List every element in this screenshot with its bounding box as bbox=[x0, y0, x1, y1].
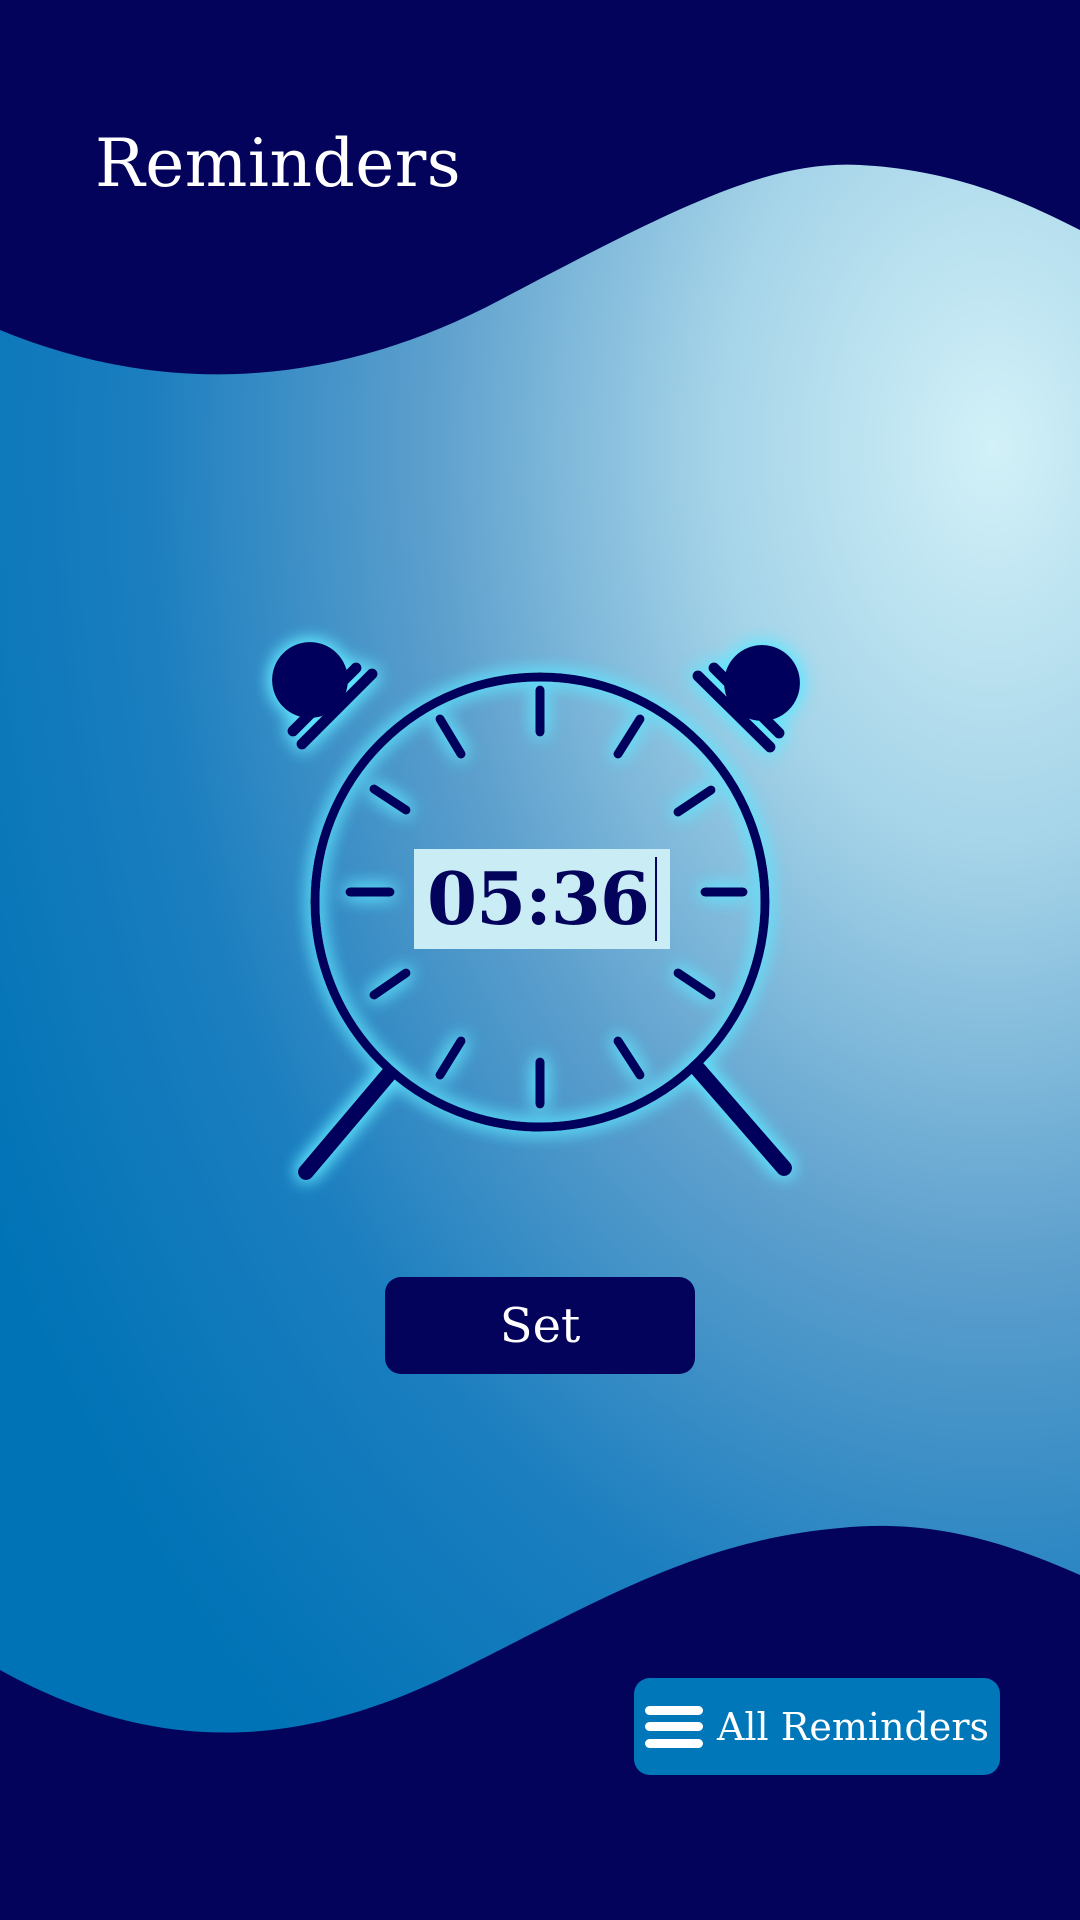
time-value: 05:36 bbox=[427, 856, 650, 941]
all-reminders-label: All Reminders bbox=[716, 1704, 990, 1749]
set-button-label: Set bbox=[499, 1297, 581, 1354]
all-reminders-button[interactable]: All Reminders bbox=[634, 1678, 1000, 1775]
clock-leg-right bbox=[689, 1060, 792, 1176]
time-input[interactable]: 05:36 bbox=[414, 849, 670, 949]
bell-right-icon bbox=[692, 645, 800, 753]
reminders-screen: Reminders 05:36 Set All Reminders bbox=[0, 0, 1080, 1920]
alarm-clock-icon bbox=[272, 642, 800, 1180]
bell-left-icon bbox=[272, 642, 378, 750]
text-caret bbox=[654, 857, 657, 941]
set-button[interactable]: Set bbox=[385, 1277, 695, 1374]
clock-leg-left bbox=[298, 1067, 396, 1180]
menu-icon bbox=[644, 1705, 703, 1748]
